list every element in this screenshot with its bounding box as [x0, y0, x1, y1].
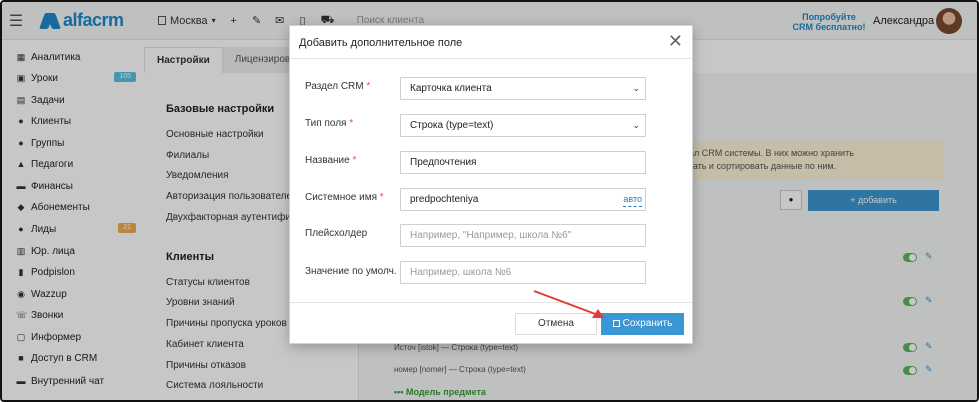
dialog-header: Добавить дополнительное поле ✕: [290, 26, 692, 59]
type-select-value: Строка (type=text): [410, 120, 494, 131]
type-label: Тип поля *: [305, 118, 353, 129]
default-value-field[interactable]: Например, школа №6: [400, 261, 646, 284]
sysname-value: predpochteniya: [410, 194, 479, 205]
dialog-title: Добавить дополнительное поле: [299, 37, 463, 49]
add-field-dialog: Добавить дополнительное поле ✕ Раздел CR…: [289, 25, 693, 344]
sysname-label: Системное имя *: [305, 192, 384, 203]
required-mark: *: [379, 192, 384, 203]
dialog-footer: Отмена Сохранить: [290, 302, 692, 343]
cancel-button[interactable]: Отмена: [515, 313, 597, 335]
required-mark: *: [349, 118, 354, 129]
name-label-text: Название: [305, 155, 350, 166]
type-select[interactable]: Строка (type=text) ⌄: [400, 114, 646, 137]
save-button-label: Сохранить: [622, 318, 673, 329]
required-mark: *: [366, 81, 371, 92]
save-button[interactable]: Сохранить: [601, 313, 684, 335]
section-label-text: Раздел CRM: [305, 81, 364, 92]
default-value-label: Значение по умолч.: [305, 266, 397, 277]
section-label: Раздел CRM *: [305, 81, 370, 92]
close-icon[interactable]: ✕: [668, 31, 683, 51]
placeholder-label: Плейсхолдер: [305, 228, 368, 239]
section-select[interactable]: Карточка клиента ⌄: [400, 77, 646, 100]
name-field[interactable]: Предпочтения: [400, 151, 646, 174]
sysname-field[interactable]: predpochteniya авто: [400, 188, 646, 211]
section-select-value: Карточка клиента: [410, 83, 492, 94]
auto-generate-link[interactable]: авто: [623, 193, 642, 207]
name-label: Название *: [305, 155, 356, 166]
placeholder-field[interactable]: Например, "Например, школа №6": [400, 224, 646, 247]
app-frame: ☰ alfacrm Москва ▾ + ✎ ✉ ▯ ⛟ Поиск клиен…: [0, 0, 979, 402]
type-label-text: Тип поля: [305, 118, 347, 129]
required-mark: *: [352, 155, 357, 166]
sysname-label-text: Системное имя: [305, 192, 378, 203]
chevron-down-icon: ⌄: [632, 120, 640, 130]
floppy-icon: [612, 320, 620, 327]
chevron-down-icon: ⌄: [632, 83, 640, 93]
